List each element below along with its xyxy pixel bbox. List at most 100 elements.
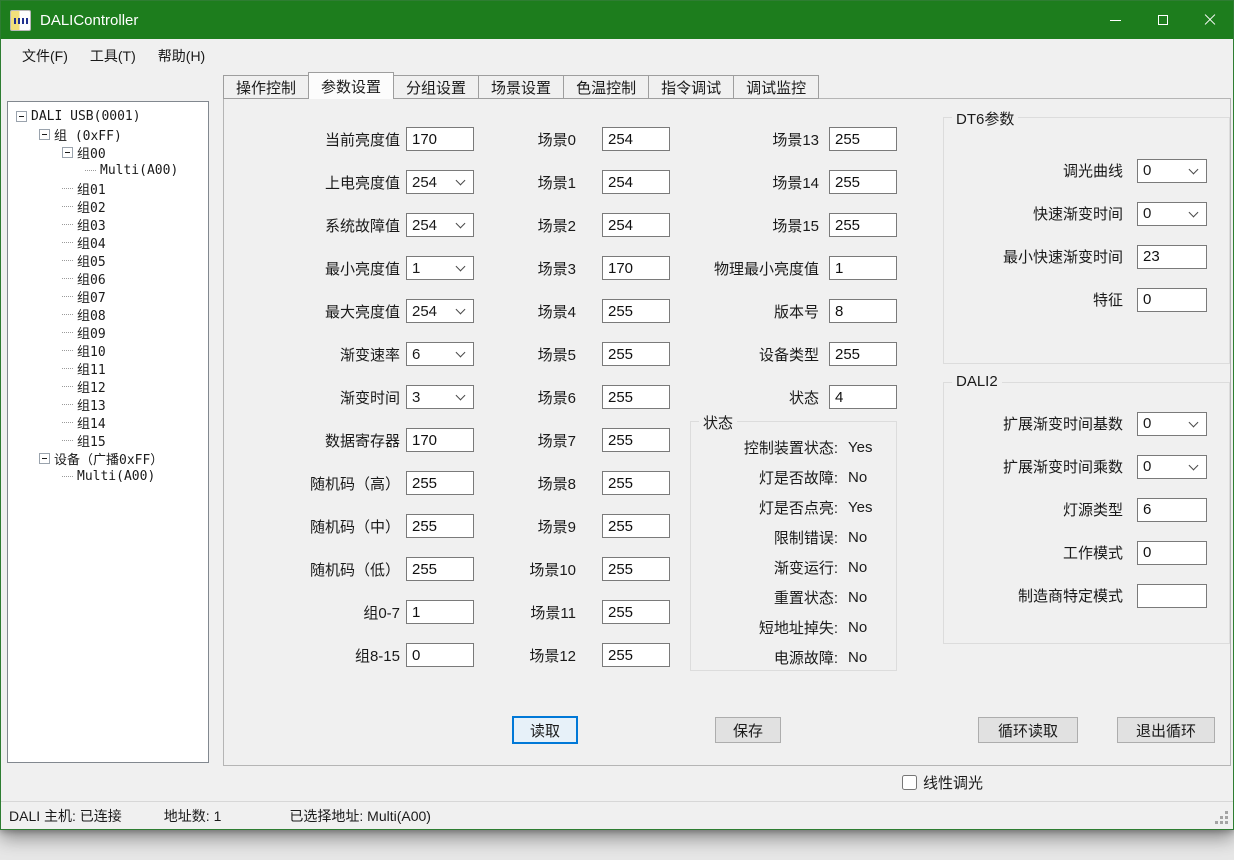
- field-input[interactable]: [1137, 498, 1207, 522]
- field-combobox[interactable]: 0: [1137, 412, 1207, 436]
- tree-item[interactable]: 组06: [8, 269, 208, 287]
- resize-grip[interactable]: [1216, 812, 1230, 826]
- field-combobox[interactable]: 0: [1137, 159, 1207, 183]
- field-input[interactable]: [1137, 541, 1207, 565]
- field-combobox[interactable]: 0: [1137, 202, 1207, 226]
- tree-item[interactable]: 组04: [8, 233, 208, 251]
- field-label: 场景6: [464, 387, 576, 408]
- field-label: 场景3: [464, 258, 576, 279]
- field-input[interactable]: [1137, 584, 1207, 608]
- tree-connector: [62, 242, 73, 243]
- tree-item[interactable]: 组10: [8, 341, 208, 359]
- tab[interactable]: 分组设置: [393, 75, 479, 99]
- tree-item[interactable]: 组08: [8, 305, 208, 323]
- maximize-button[interactable]: [1139, 1, 1186, 39]
- tree-item[interactable]: 组12: [8, 377, 208, 395]
- minimize-button[interactable]: [1092, 1, 1139, 39]
- field-input[interactable]: [602, 600, 670, 624]
- status-row: 渐变运行: No: [691, 552, 896, 582]
- tab-label: 调试监控: [746, 77, 806, 98]
- tree-item[interactable]: 组03: [8, 215, 208, 233]
- field-label: 场景10: [464, 559, 576, 580]
- field-input[interactable]: [1137, 245, 1207, 269]
- tree-item[interactable]: Multi(A00): [8, 161, 208, 179]
- read-button[interactable]: 读取: [512, 716, 578, 744]
- field-input[interactable]: [829, 127, 897, 151]
- field-input[interactable]: [829, 299, 897, 323]
- tree-item[interactable]: 组11: [8, 359, 208, 377]
- field-row: 场景5: [464, 342, 670, 366]
- menu-item[interactable]: 工具(T): [79, 41, 147, 71]
- dali2-rows: 扩展渐变时间基数 0 扩展渐变时间乘数 0: [944, 383, 1229, 608]
- tree-item[interactable]: Multi(A00): [8, 467, 208, 485]
- close-button[interactable]: [1186, 1, 1233, 39]
- tab[interactable]: 参数设置: [308, 72, 394, 99]
- field-input[interactable]: [602, 557, 670, 581]
- field-input[interactable]: [602, 514, 670, 538]
- field-row: 场景6: [464, 385, 670, 409]
- tab[interactable]: 调试监控: [733, 75, 819, 99]
- window-controls: [1092, 1, 1233, 39]
- menu-item[interactable]: 文件(F): [11, 41, 79, 71]
- field-input[interactable]: [829, 385, 897, 409]
- combobox-value: 0: [1138, 205, 1190, 222]
- field-input[interactable]: [829, 342, 897, 366]
- loop-read-button[interactable]: 循环读取: [978, 717, 1078, 743]
- field-input[interactable]: [602, 428, 670, 452]
- tab[interactable]: 指令调试: [648, 75, 734, 99]
- field-label: 数据寄存器: [244, 430, 400, 451]
- tab[interactable]: 色温控制: [563, 75, 649, 99]
- tab[interactable]: 操作控制: [223, 75, 309, 99]
- tree-item[interactable]: 组09: [8, 323, 208, 341]
- field-row: 版本号: [654, 299, 897, 323]
- field-input[interactable]: [829, 170, 897, 194]
- field-row: 渐变速率 6: [244, 342, 474, 366]
- scene-column-2: 场景13 场景14 场景15 物理最小亮度值: [654, 127, 897, 409]
- status-value: No: [848, 559, 867, 576]
- field-label: 随机码（高）: [244, 473, 400, 494]
- linear-dimming-checkbox[interactable]: 线性调光: [902, 772, 983, 793]
- tree-item[interactable]: 组15: [8, 431, 208, 449]
- tree-item[interactable]: 组00: [8, 143, 208, 161]
- field-input[interactable]: [1137, 288, 1207, 312]
- window-title: DALIController: [40, 12, 138, 29]
- tree-connector: [62, 296, 73, 297]
- field-label: 灯源类型: [954, 499, 1123, 520]
- field-label: 场景1: [464, 172, 576, 193]
- field-input[interactable]: [602, 471, 670, 495]
- tree-expander-icon[interactable]: [39, 453, 50, 464]
- tree-item[interactable]: 组13: [8, 395, 208, 413]
- tab[interactable]: 场景设置: [478, 75, 564, 99]
- exit-loop-button[interactable]: 退出循环: [1117, 717, 1215, 743]
- tree-connector: [62, 404, 73, 405]
- field-combobox[interactable]: 0: [1137, 455, 1207, 479]
- minus-icon: [42, 458, 47, 459]
- tree-item[interactable]: DALI USB(0001): [8, 107, 208, 125]
- field-label: 快速渐变时间: [954, 203, 1123, 224]
- field-label: 物理最小亮度值: [654, 258, 819, 279]
- field-label: 随机码（低）: [244, 559, 400, 580]
- checkbox-input[interactable]: [902, 775, 917, 790]
- tree-item[interactable]: 设备（广播0xFF）: [8, 449, 208, 467]
- field-label: 特征: [954, 289, 1123, 310]
- tree-item[interactable]: 组01: [8, 179, 208, 197]
- tree-item[interactable]: 组05: [8, 251, 208, 269]
- tree-expander-icon[interactable]: [16, 111, 27, 122]
- field-label: 版本号: [654, 301, 819, 322]
- combobox-value: 254: [407, 303, 457, 320]
- status-value: No: [848, 529, 867, 546]
- tree-expander-icon[interactable]: [39, 129, 50, 140]
- field-input[interactable]: [829, 256, 897, 280]
- field-row: 场景9: [464, 514, 670, 538]
- tree-item[interactable]: 组14: [8, 413, 208, 431]
- field-input[interactable]: [602, 643, 670, 667]
- field-input[interactable]: [829, 213, 897, 237]
- menu-item[interactable]: 帮助(H): [147, 41, 216, 71]
- tree-connector: [62, 422, 73, 423]
- save-button[interactable]: 保存: [715, 717, 781, 743]
- tree-expander-icon[interactable]: [62, 147, 73, 158]
- combobox-value: 6: [407, 346, 457, 363]
- tree-item[interactable]: 组02: [8, 197, 208, 215]
- tree-item[interactable]: 组 (0xFF): [8, 125, 208, 143]
- tree-item[interactable]: 组07: [8, 287, 208, 305]
